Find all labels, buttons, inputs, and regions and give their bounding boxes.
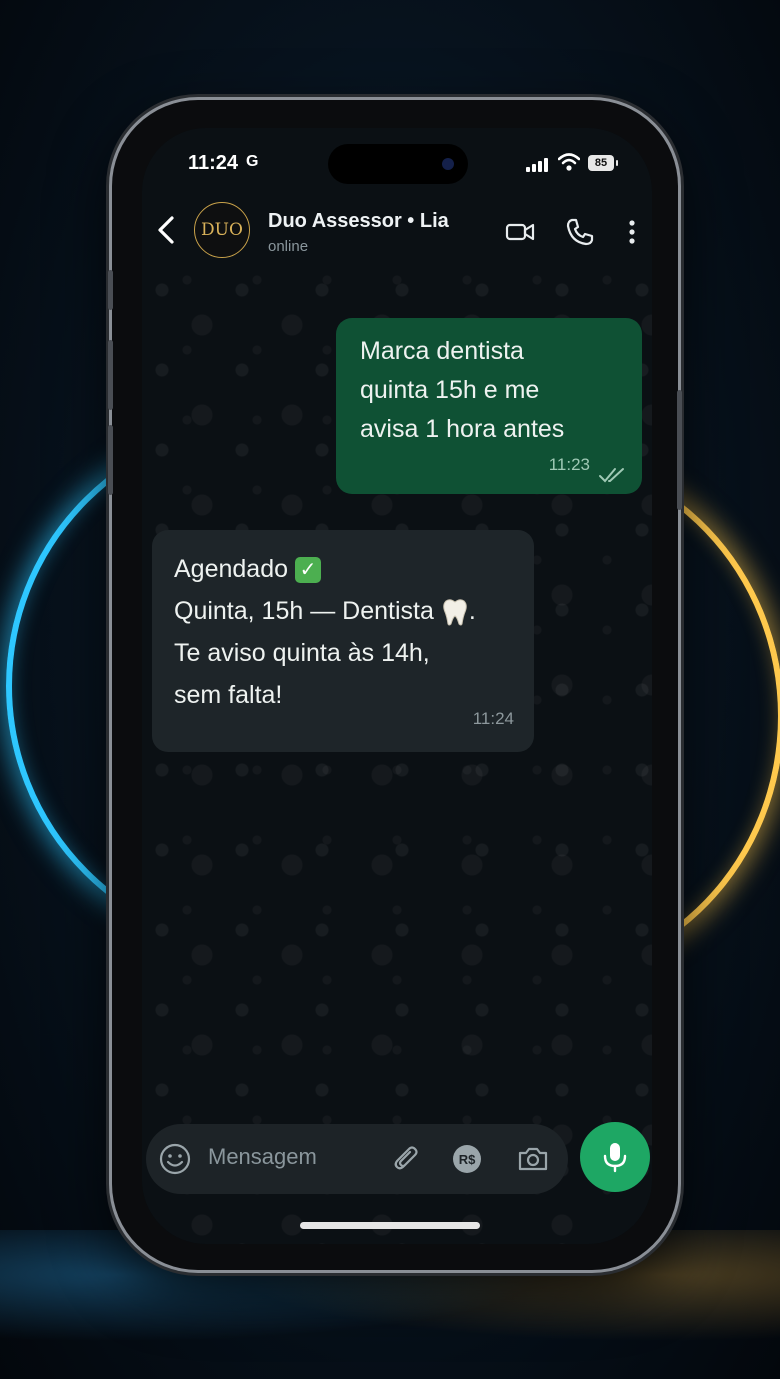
message-line: sem falta! (174, 681, 283, 709)
message-line: Quinta, 15h — Dentista . (174, 590, 476, 632)
message-text: Agendado ✓ Quinta, 15h — Dentista . Te a… (174, 548, 476, 716)
message-line: Agendado ✓ (174, 548, 476, 590)
message-composer[interactable]: Mensagem R$ (146, 1124, 568, 1194)
incoming-message-bubble[interactable]: Agendado ✓ Quinta, 15h — Dentista . Te a… (152, 530, 534, 752)
home-indicator[interactable] (300, 1222, 480, 1229)
more-options-icon[interactable] (616, 216, 648, 248)
contact-status: online (268, 238, 309, 255)
chat-header: DUO Duo Assessor • Lia online (142, 198, 652, 270)
message-text: Marca dentista quinta 15h e me avisa 1 h… (360, 332, 564, 449)
contact-name[interactable]: Duo Assessor • Lia (268, 210, 449, 233)
action-button (108, 270, 113, 310)
outgoing-message-bubble[interactable]: Marca dentista quinta 15h e me avisa 1 h… (336, 318, 642, 494)
cell-signal-icon (526, 156, 552, 172)
phone-call-icon[interactable] (564, 216, 596, 248)
avatar[interactable]: DUO (194, 202, 250, 258)
message-line-text: Agendado (174, 555, 289, 583)
attach-icon[interactable] (390, 1142, 424, 1176)
double-check-read-icon (599, 468, 624, 483)
message-line-text: Quinta, 15h — Dentista (174, 597, 434, 625)
message-line: avisa 1 hora antes (360, 415, 565, 443)
message-line: quinta 15h e me (360, 376, 540, 404)
message-time: 11:23 (548, 455, 590, 474)
message-input[interactable]: Mensagem (208, 1144, 317, 1170)
wifi-icon (558, 153, 580, 171)
phone-screen: 11:24 G 85 DUO Duo Assessor • Lia online (142, 128, 652, 1244)
status-time: 11:24 (188, 152, 239, 174)
power-button (677, 390, 682, 510)
microphone-icon (603, 1143, 627, 1173)
battery-icon: 85 (588, 155, 618, 171)
back-chevron-icon[interactable] (154, 212, 178, 248)
message-time: 11:24 (472, 709, 514, 728)
emoji-icon[interactable] (158, 1142, 192, 1176)
message-line-period: . (468, 597, 476, 625)
check-mark-emoji-icon: ✓ (294, 557, 321, 584)
message-line: Te aviso quinta às 14h, (174, 639, 430, 667)
payment-label: R$ (459, 1152, 476, 1167)
google-g-icon: G (246, 153, 259, 170)
tooth-emoji-icon (443, 599, 467, 626)
front-camera (442, 158, 454, 170)
message-line: Marca dentista (360, 337, 524, 365)
status-bar: 11:24 G 85 (142, 128, 652, 198)
camera-icon[interactable] (516, 1142, 550, 1176)
payment-icon[interactable]: R$ (450, 1142, 484, 1176)
video-call-icon[interactable] (504, 216, 536, 248)
volume-down-button (108, 425, 113, 495)
microphone-button[interactable] (580, 1122, 650, 1192)
volume-up-button (108, 340, 113, 410)
